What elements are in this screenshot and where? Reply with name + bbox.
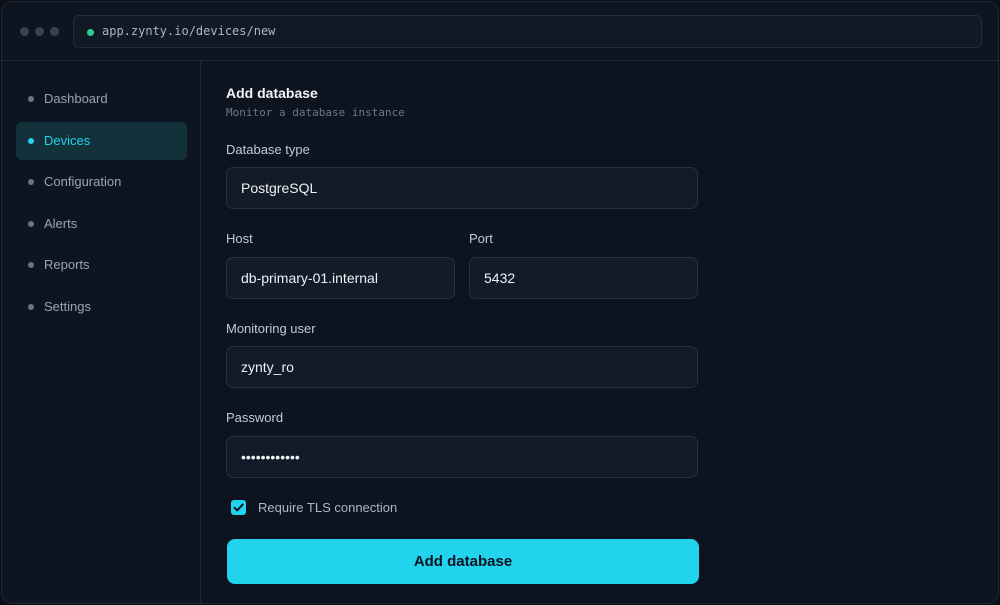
database-type-input[interactable] [226, 167, 698, 209]
port-label: Port [469, 231, 493, 246]
secure-status-icon [87, 29, 94, 36]
sidebar-item-label: Alerts [44, 216, 78, 231]
monitoring-user-label: Monitoring user [226, 321, 316, 336]
port-input[interactable] [469, 257, 698, 299]
bullet-icon [28, 262, 34, 268]
sidebar-item-label: Reports [44, 257, 90, 272]
bullet-icon [28, 179, 34, 185]
bullet-icon [28, 221, 34, 227]
main-content: Add database Monitor a database instance… [202, 61, 998, 603]
page-subtitle: Monitor a database instance [226, 106, 405, 119]
sidebar-item-dashboard[interactable]: Dashboard [16, 80, 187, 118]
window-maximize-dot[interactable] [50, 27, 59, 36]
sidebar-item-reports[interactable]: Reports [16, 246, 187, 284]
add-database-button[interactable]: Add database [227, 539, 699, 584]
page-title: Add database [226, 85, 318, 101]
sidebar-item-label: Dashboard [44, 91, 108, 106]
bullet-icon [28, 304, 34, 310]
bullet-icon [28, 96, 34, 102]
app-window: app.zynty.io/devices/new Dashboard Devic… [1, 1, 999, 604]
bullet-icon [28, 138, 34, 144]
window-minimize-dot[interactable] [35, 27, 44, 36]
sidebar: Dashboard Devices Configuration Alerts R… [2, 61, 201, 603]
window-close-dot[interactable] [20, 27, 29, 36]
sidebar-item-label: Configuration [44, 174, 122, 189]
host-label: Host [226, 231, 253, 246]
require-tls-checkbox[interactable] [231, 500, 246, 515]
database-type-label: Database type [226, 142, 310, 157]
password-label: Password [226, 410, 284, 425]
sidebar-item-devices[interactable]: Devices [16, 122, 187, 160]
monitoring-user-input[interactable] [226, 346, 698, 388]
sidebar-item-settings[interactable]: Settings [16, 288, 187, 326]
password-input[interactable] [226, 436, 698, 478]
address-bar[interactable]: app.zynty.io/devices/new [73, 15, 982, 48]
address-url: app.zynty.io/devices/new [102, 24, 276, 38]
sidebar-item-alerts[interactable]: Alerts [16, 205, 187, 243]
browser-titlebar: app.zynty.io/devices/new [2, 2, 998, 61]
sidebar-item-label: Devices [44, 133, 91, 148]
checkmark-icon [233, 503, 244, 512]
require-tls-label[interactable]: Require TLS connection [258, 500, 397, 515]
sidebar-item-label: Settings [44, 299, 91, 314]
sidebar-item-configuration[interactable]: Configuration [16, 163, 187, 201]
host-input[interactable] [226, 257, 455, 299]
